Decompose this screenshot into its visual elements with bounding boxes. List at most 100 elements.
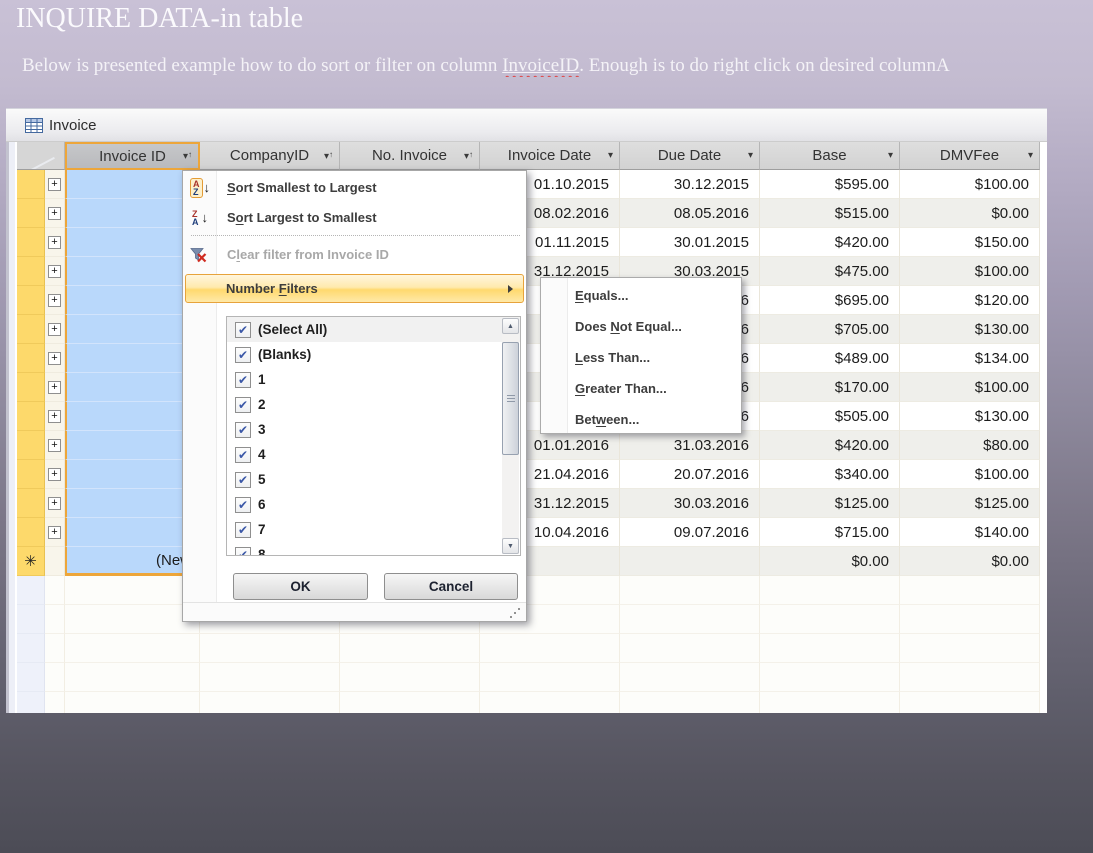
filter-value-option-3[interactable]: ✔3	[227, 417, 520, 442]
expand-plus-button[interactable]: +	[48, 352, 61, 365]
cell-base[interactable]: $0.00	[760, 547, 900, 576]
cell-empty[interactable]	[200, 692, 340, 713]
cell-invoice-id-new[interactable]: (New)	[65, 547, 200, 576]
cell-invoice-id[interactable]	[65, 489, 200, 518]
row-selector[interactable]	[17, 228, 45, 257]
cell-invoice-id[interactable]	[65, 257, 200, 286]
cell-empty[interactable]	[200, 634, 340, 663]
filter-value-option-5[interactable]: ✔5	[227, 467, 520, 492]
checkbox-checked-icon[interactable]: ✔	[235, 372, 251, 388]
cell-due-date[interactable]: 30.03.2016	[620, 489, 760, 518]
cell-invoice-id[interactable]	[65, 373, 200, 402]
cell-empty[interactable]	[760, 692, 900, 713]
cell-dmvfee[interactable]: $130.00	[900, 402, 1040, 431]
cell-invoice-id[interactable]	[65, 344, 200, 373]
checkbox-checked-icon[interactable]: ✔	[235, 497, 251, 513]
cell-empty[interactable]	[620, 634, 760, 663]
filter-sort-icon[interactable]: ▾↑	[324, 150, 333, 162]
expand-plus-button[interactable]: +	[48, 381, 61, 394]
scroll-thumb[interactable]	[502, 342, 519, 455]
cell-base[interactable]: $420.00	[760, 228, 900, 257]
cell-due-date[interactable]: 31.03.2016	[620, 431, 760, 460]
cell-base[interactable]: $505.00	[760, 402, 900, 431]
cell-empty[interactable]	[900, 576, 1040, 605]
row-selector[interactable]	[17, 431, 45, 460]
cell-empty[interactable]	[760, 605, 900, 634]
checkbox-checked-icon[interactable]: ✔	[235, 447, 251, 463]
cell-due-date[interactable]: 30.12.2015	[620, 170, 760, 199]
menu-item-sort-largest-to-smallest[interactable]: ZA↓ Sort Largest to Smallest	[185, 203, 524, 232]
cell-dmvfee[interactable]: $100.00	[900, 460, 1040, 489]
checkbox-checked-icon[interactable]: ✔	[235, 322, 251, 338]
dropdown-arrow-icon[interactable]: ▾	[748, 151, 753, 161]
menu-item-number-filters[interactable]: Number Filters	[185, 274, 524, 303]
cell-empty[interactable]	[65, 576, 200, 605]
cell-invoice-id[interactable]	[65, 315, 200, 344]
cell-empty[interactable]	[65, 634, 200, 663]
cancel-button[interactable]: Cancel	[384, 573, 518, 600]
filter-value-option-select-all[interactable]: ✔(Select All)	[227, 317, 520, 342]
cell-due-date[interactable]: 20.07.2016	[620, 460, 760, 489]
tab-invoice[interactable]: Invoice	[49, 117, 97, 134]
row-selector[interactable]	[17, 373, 45, 402]
cell-base[interactable]: $705.00	[760, 315, 900, 344]
expand-plus-button[interactable]: +	[48, 207, 61, 220]
cell-base[interactable]: $715.00	[760, 518, 900, 547]
submenu-item-equals[interactable]: Equals...	[543, 280, 739, 310]
filter-value-option-8[interactable]: ✔8	[227, 542, 520, 556]
cell-base[interactable]: $515.00	[760, 199, 900, 228]
row-selector[interactable]	[17, 286, 45, 315]
cell-dmvfee[interactable]: $100.00	[900, 257, 1040, 286]
column-header-invoice-id[interactable]: Invoice ID▾↑	[65, 142, 200, 170]
cell-due-date[interactable]	[620, 547, 760, 576]
cell-base[interactable]: $420.00	[760, 431, 900, 460]
filter-value-option-4[interactable]: ✔4	[227, 442, 520, 467]
scroll-up-button[interactable]: ▲	[502, 318, 519, 334]
scroll-down-button[interactable]: ▼	[502, 538, 519, 554]
checkbox-checked-icon[interactable]: ✔	[235, 547, 251, 557]
cell-dmvfee[interactable]: $80.00	[900, 431, 1040, 460]
checkbox-checked-icon[interactable]: ✔	[235, 397, 251, 413]
cell-due-date[interactable]: 30.01.2015	[620, 228, 760, 257]
cell-base[interactable]: $170.00	[760, 373, 900, 402]
row-selector[interactable]	[17, 199, 45, 228]
cell-base[interactable]: $595.00	[760, 170, 900, 199]
list-scrollbar[interactable]: ▲ ▼	[502, 318, 519, 554]
cell-dmvfee[interactable]: $0.00	[900, 547, 1040, 576]
expand-plus-button[interactable]: +	[48, 526, 61, 539]
column-header-dmvfee[interactable]: DMVFee▾	[900, 142, 1040, 170]
row-selector[interactable]	[17, 344, 45, 373]
dropdown-arrow-icon[interactable]: ▾	[888, 151, 893, 161]
ok-button[interactable]: OK	[233, 573, 368, 600]
cell-invoice-id[interactable]	[65, 199, 200, 228]
row-selector[interactable]	[17, 257, 45, 286]
filter-value-option-2[interactable]: ✔2	[227, 392, 520, 417]
filter-value-option-7[interactable]: ✔7	[227, 517, 520, 542]
cell-empty[interactable]	[620, 663, 760, 692]
filter-sort-icon[interactable]: ▾↑	[464, 150, 473, 162]
cell-base[interactable]: $489.00	[760, 344, 900, 373]
cell-empty[interactable]	[760, 663, 900, 692]
new-record-selector[interactable]: ✳	[17, 547, 45, 576]
row-selector[interactable]	[17, 518, 45, 547]
cell-dmvfee[interactable]: $0.00	[900, 199, 1040, 228]
cell-empty[interactable]	[480, 634, 620, 663]
cell-empty[interactable]	[480, 692, 620, 713]
cell-empty[interactable]	[620, 692, 760, 713]
cell-base[interactable]: $475.00	[760, 257, 900, 286]
row-selector[interactable]	[17, 576, 45, 605]
checkbox-checked-icon[interactable]: ✔	[235, 347, 251, 363]
expand-plus-button[interactable]: +	[48, 468, 61, 481]
expand-plus-button[interactable]: +	[48, 294, 61, 307]
cell-empty[interactable]	[900, 692, 1040, 713]
cell-invoice-id[interactable]	[65, 286, 200, 315]
row-selector[interactable]	[17, 692, 45, 713]
column-header-companyid[interactable]: CompanyID▾↑	[200, 142, 340, 170]
cell-dmvfee[interactable]: $100.00	[900, 373, 1040, 402]
cell-empty[interactable]	[620, 605, 760, 634]
row-selector[interactable]	[17, 170, 45, 199]
cell-invoice-id[interactable]	[65, 170, 200, 199]
cell-due-date[interactable]: 08.05.2016	[620, 199, 760, 228]
cell-base[interactable]: $340.00	[760, 460, 900, 489]
cell-dmvfee[interactable]: $125.00	[900, 489, 1040, 518]
